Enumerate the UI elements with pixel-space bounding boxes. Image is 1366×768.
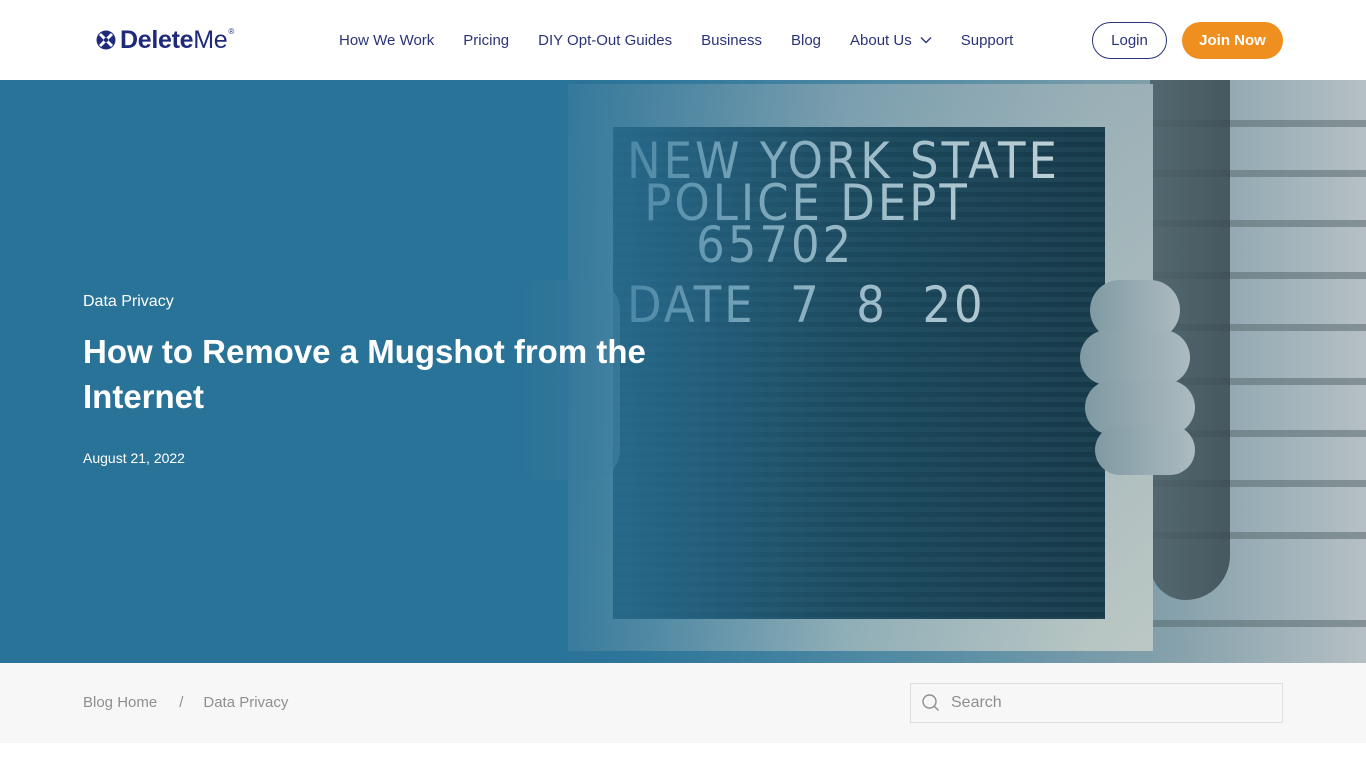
logo-text-bold: Delete	[120, 25, 194, 54]
hero-content: Data Privacy How to Remove a Mugshot fro…	[83, 292, 703, 467]
breadcrumb-blog-home[interactable]: Blog Home	[83, 694, 157, 711]
breadcrumb-data-privacy[interactable]: Data Privacy	[203, 694, 288, 711]
nav-label: About Us	[850, 31, 912, 49]
nav-pricing[interactable]: Pricing	[463, 32, 509, 49]
nav-label: Support	[960, 31, 1014, 49]
breadcrumb-bar: Blog Home / Data Privacy	[0, 663, 1366, 743]
nav-label: Blog	[790, 31, 822, 49]
logo-text-light: Me	[193, 25, 228, 54]
chevron-down-icon	[920, 37, 932, 44]
post-category[interactable]: Data Privacy	[83, 292, 703, 312]
search-input[interactable]	[951, 694, 1271, 712]
nav-label: DIY Opt-Out Guides	[538, 31, 673, 49]
main-nav: How We Work Pricing DIY Opt-Out Guides B…	[339, 30, 1013, 50]
search-icon	[922, 694, 939, 711]
nav-how-we-work[interactable]: How We Work	[339, 32, 434, 49]
post-date: August 21, 2022	[83, 450, 185, 466]
search-box[interactable]	[910, 683, 1283, 723]
breadcrumb-separator: /	[179, 694, 184, 711]
breadcrumb: Blog Home / Data Privacy	[83, 694, 288, 711]
nav-blog[interactable]: Blog	[791, 32, 821, 49]
nav-about-us-dropdown[interactable]: About Us	[850, 32, 932, 49]
nav-label: How We Work	[339, 31, 435, 49]
nav-business[interactable]: Business	[701, 32, 762, 49]
site-header: Delete Me ® How We Work Pricing DIY Opt-Ou…	[0, 0, 1366, 80]
login-button[interactable]: Login	[1092, 22, 1167, 59]
post-title: How to Remove a Mugshot from the Interne…	[83, 333, 646, 415]
deleteme-logo[interactable]: Delete Me ®	[96, 26, 234, 54]
nav-label: Pricing	[463, 31, 510, 49]
hero-banner: NEW YORK STATE POLICE DEPT 65702 DATE 7 …	[0, 80, 1366, 663]
nav-diy-opt-out-guides[interactable]: DIY Opt-Out Guides	[538, 32, 672, 49]
registered-mark: ®	[228, 26, 235, 36]
join-now-button[interactable]: Join Now	[1182, 22, 1283, 59]
nav-support[interactable]: Support	[961, 32, 1014, 49]
deleteme-x-icon	[96, 30, 116, 50]
nav-label: Business	[701, 31, 762, 49]
